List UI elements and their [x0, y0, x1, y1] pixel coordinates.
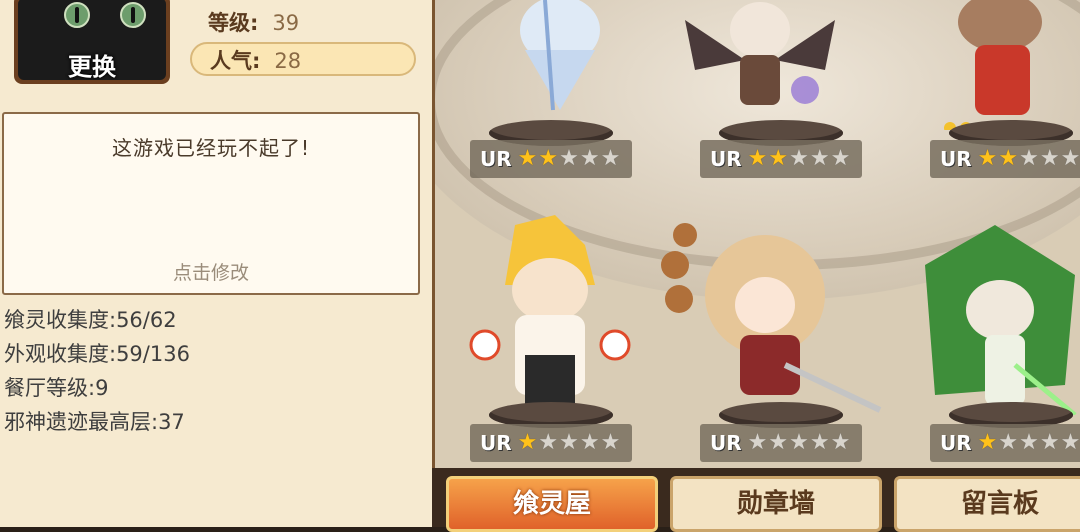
rarity-label: UR — [940, 431, 972, 455]
rarity-badge: UR ★★★★★ — [700, 424, 862, 462]
star-empty-icon: ★ — [998, 430, 1019, 455]
star-empty-icon: ★ — [538, 430, 559, 455]
rarity-label: UR — [710, 147, 742, 171]
star-filled-icon: ★ — [747, 146, 768, 171]
character-figure-icon — [944, 0, 1042, 134]
level-row: 等级: 39 — [190, 6, 416, 40]
rarity-badge: UR ★★★★★ — [470, 424, 632, 462]
character-figure-icon — [925, 225, 1077, 417]
star-rating: ★★★★★ — [978, 148, 1080, 170]
star-empty-icon: ★ — [559, 430, 579, 455]
star-empty-icon: ★ — [830, 146, 851, 171]
rarity-badge: UR ★★★★★ — [470, 140, 632, 178]
level-value: 39 — [272, 11, 300, 35]
star-filled-icon: ★ — [538, 146, 559, 171]
star-empty-icon: ★ — [747, 430, 768, 455]
star-empty-icon: ★ — [579, 146, 600, 171]
character-slot-5[interactable] — [645, 215, 885, 419]
character-slot-6[interactable] — [905, 225, 1080, 419]
star-rating: ★★★★★ — [518, 432, 622, 454]
cat-eye-icon — [64, 2, 90, 28]
star-filled-icon: ★ — [517, 146, 538, 171]
rarity-label: UR — [940, 147, 972, 171]
character-slot-4[interactable] — [455, 215, 635, 419]
tab-message-board[interactable]: 留言板 — [894, 476, 1080, 532]
star-filled-icon: ★ — [998, 146, 1019, 171]
character-slot-1[interactable] — [505, 0, 615, 124]
signature-message-box[interactable]: 这游戏已经玩不起了! 点击修改 — [2, 112, 420, 295]
food-soul-collection: 飨灵收集度:56/62 — [4, 308, 177, 332]
ruins-highest-floor: 邪神遗迹最高层:37 — [4, 410, 185, 434]
bottom-tab-bar: 飨灵屋 勋章墙 留言板 — [432, 468, 1080, 532]
star-empty-icon: ★ — [1019, 430, 1039, 455]
star-rating: ★★★★★ — [978, 432, 1080, 454]
star-filled-icon: ★ — [977, 146, 998, 171]
skin-collection: 外观收集度:59/136 — [4, 342, 190, 366]
star-rating: ★★★★★ — [518, 148, 622, 170]
character-figure-icon — [469, 215, 631, 405]
star-empty-icon: ★ — [1039, 430, 1060, 455]
rarity-label: UR — [480, 147, 512, 171]
rarity-label: UR — [480, 431, 512, 455]
rarity-label: UR — [710, 431, 742, 455]
restaurant-level: 餐厅等级:9 — [4, 376, 109, 400]
character-figure-icon — [661, 223, 882, 413]
star-rating: ★★★★★ — [748, 432, 852, 454]
rarity-badge: UR ★★★★★ — [700, 140, 862, 178]
tab-medal-wall[interactable]: 勋章墙 — [670, 476, 882, 532]
popularity-value: 28 — [274, 49, 302, 73]
character-slot-3[interactable] — [940, 0, 1080, 134]
character-display-scene: UR ★★★★★ UR ★★★★★ UR ★★★★★ UR ★★★★★ UR ★… — [432, 0, 1080, 468]
star-filled-icon: ★ — [977, 430, 998, 455]
avatar[interactable]: 更换 — [14, 0, 170, 84]
star-empty-icon: ★ — [600, 146, 621, 171]
star-empty-icon: ★ — [600, 430, 621, 455]
star-filled-icon: ★ — [768, 146, 789, 171]
star-empty-icon: ★ — [768, 430, 789, 455]
character-figure-icon — [685, 2, 835, 105]
tab-food-soul-house[interactable]: 飨灵屋 — [446, 476, 658, 532]
star-empty-icon: ★ — [789, 430, 809, 455]
rarity-badge: UR ★★★★★ — [930, 140, 1080, 178]
character-figure-icon — [520, 0, 600, 111]
popularity-row: 人气: 28 — [190, 42, 416, 76]
star-empty-icon: ★ — [1060, 430, 1080, 455]
star-empty-icon: ★ — [809, 146, 830, 171]
black-cat-avatar-image: 更换 — [18, 0, 166, 80]
edit-hint[interactable]: 点击修改 — [4, 258, 418, 285]
star-empty-icon: ★ — [1019, 146, 1039, 171]
star-empty-icon: ★ — [809, 430, 830, 455]
star-empty-icon: ★ — [579, 430, 600, 455]
popularity-label: 人气: — [210, 49, 261, 73]
rarity-badge: UR ★★★★★ — [930, 424, 1080, 462]
profile-panel: 更换 等级: 39 人气: 28 这游戏已经玩不起了! 点击修改 飨灵收集度:56/… — [0, 0, 432, 527]
cat-eye-icon — [120, 2, 146, 28]
level-label: 等级: — [208, 11, 259, 35]
star-rating: ★★★★★ — [748, 148, 852, 170]
star-empty-icon: ★ — [1060, 146, 1080, 171]
character-slot-2[interactable] — [685, 0, 835, 124]
star-empty-icon: ★ — [830, 430, 851, 455]
star-empty-icon: ★ — [789, 146, 809, 171]
change-avatar-button[interactable]: 更换 — [18, 47, 166, 80]
star-filled-icon: ★ — [517, 430, 538, 455]
signature-text: 这游戏已经玩不起了! — [111, 136, 311, 160]
star-empty-icon: ★ — [559, 146, 579, 171]
star-empty-icon: ★ — [1039, 146, 1060, 171]
